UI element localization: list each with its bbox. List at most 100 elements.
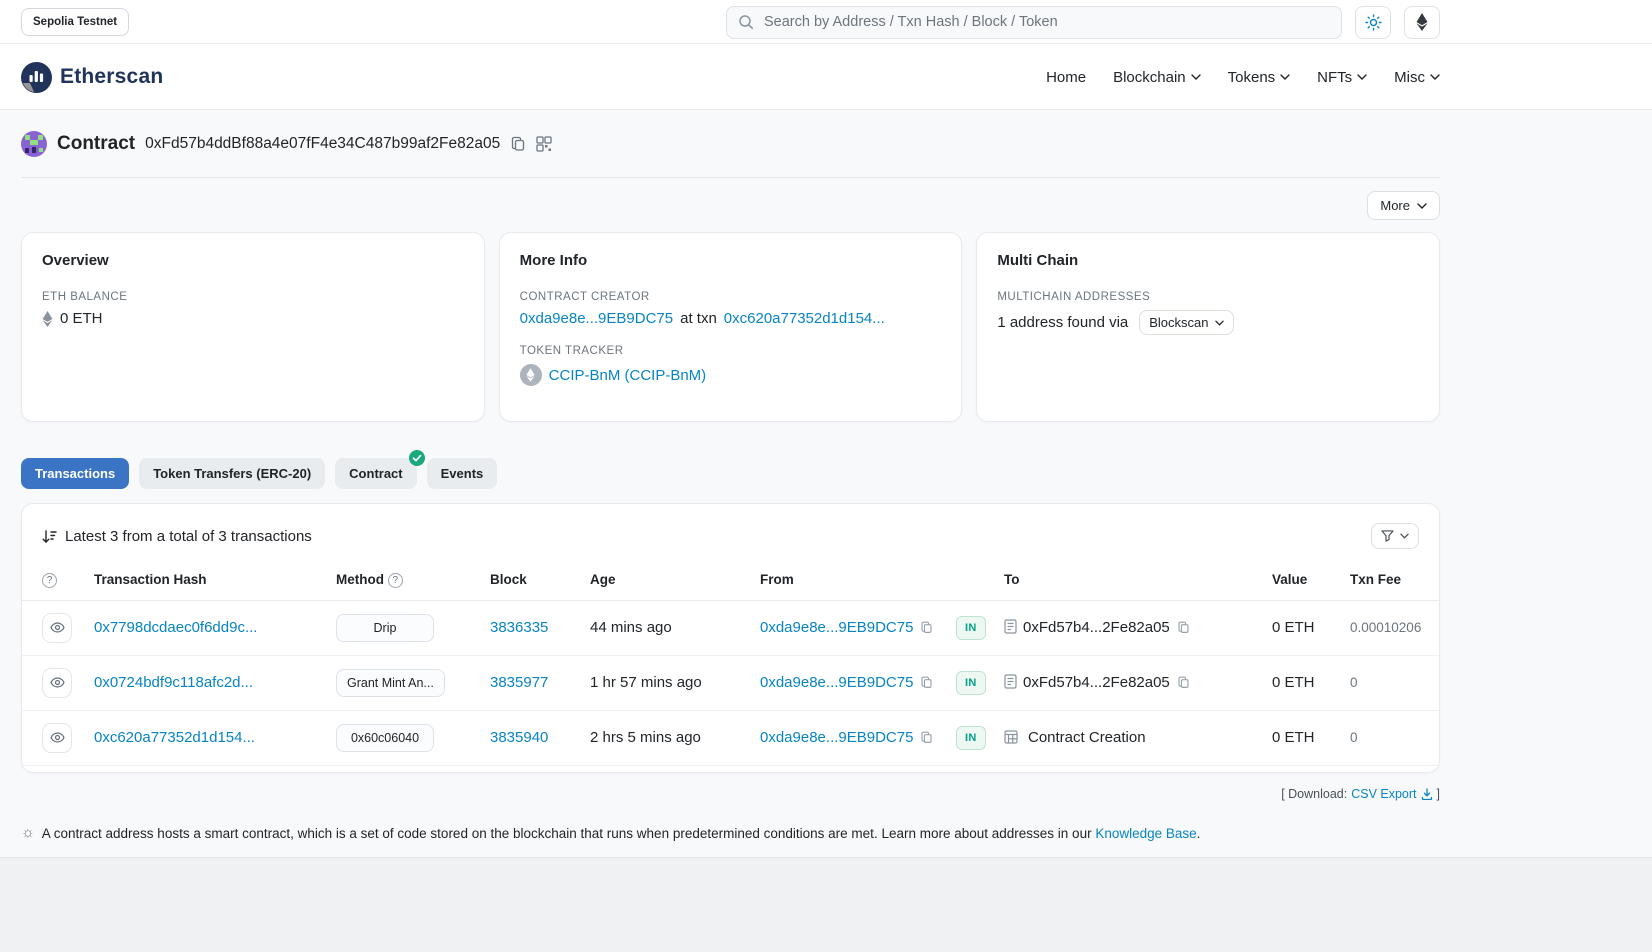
creator-address-link[interactable]: 0xda9e8e...9EB9DC75 [520, 310, 673, 327]
table-header-row: ? Transaction Hash Method ? Block Age Fr… [22, 562, 1439, 600]
txn-hash-link[interactable]: 0x0724bdf9c118afc2d... [94, 674, 253, 691]
from-address-link[interactable]: 0xda9e8e...9EB9DC75 [760, 729, 913, 746]
eye-preview-button[interactable] [42, 613, 72, 643]
eth-diamond-icon [42, 311, 53, 327]
eye-preview-button[interactable] [42, 723, 72, 753]
copy-icon[interactable] [920, 731, 933, 744]
search-input[interactable] [762, 13, 1330, 31]
etherscan-logo[interactable]: Etherscan [21, 62, 163, 93]
copy-icon[interactable] [1177, 621, 1190, 634]
column-header-fee[interactable]: Txn Fee [1342, 562, 1439, 600]
nav-item-tokens[interactable]: Tokens [1228, 69, 1291, 86]
copy-address-icon[interactable] [510, 136, 526, 152]
knowledge-base-link[interactable]: Knowledge Base [1095, 826, 1196, 841]
direction-badge: IN [956, 616, 986, 640]
help-icon[interactable]: ? [388, 573, 403, 588]
copy-icon[interactable] [920, 621, 933, 634]
search-icon [738, 14, 754, 30]
column-header-age[interactable]: Age [582, 562, 752, 600]
direction-badge: IN [956, 726, 986, 750]
nav-item-blockchain[interactable]: Blockchain [1113, 69, 1201, 86]
to-address: 0xFd57b4...2Fe82a05 [1023, 619, 1170, 636]
transaction-row: 0x7798dcdaec0f6dd9c... Drip 3836335 44 m… [22, 600, 1439, 655]
from-address-link[interactable]: 0xda9e8e...9EB9DC75 [760, 674, 913, 691]
tab-token-transfers[interactable]: Token Transfers (ERC-20) [139, 458, 325, 489]
creation-txn-link[interactable]: 0xc620a77352d1d154... [724, 310, 885, 327]
chevron-down-icon [1191, 74, 1201, 80]
value-text: 0 ETH [1272, 619, 1315, 636]
creator-separator: at txn [680, 310, 717, 327]
tab-events[interactable]: Events [427, 458, 498, 489]
chevron-down-icon [1430, 74, 1440, 80]
tab-contract[interactable]: Contract [335, 458, 416, 489]
more-button[interactable]: More [1367, 191, 1440, 220]
transactions-panel: Latest 3 from a total of 3 transactions … [21, 503, 1440, 773]
eye-preview-button[interactable] [42, 668, 72, 698]
page-title: Contract [57, 133, 135, 155]
copy-icon[interactable] [1177, 676, 1190, 689]
fee-text: 0 [1350, 675, 1358, 690]
multichain-found-text: 1 address found via [997, 314, 1128, 331]
contract-avatar [21, 131, 47, 157]
block-link[interactable]: 3835940 [490, 729, 548, 746]
verified-check-icon [409, 450, 425, 466]
contract-file-icon [1004, 619, 1017, 634]
column-header-method: Method [336, 572, 384, 587]
contract-creator-label: CONTRACT CREATOR [520, 291, 942, 303]
copy-icon[interactable] [920, 676, 933, 689]
column-header-to: To [996, 562, 1264, 600]
tab-bar: Transactions Token Transfers (ERC-20) Co… [21, 458, 1440, 489]
txn-hash-link[interactable]: 0x7798dcdaec0f6dd9c... [94, 619, 257, 636]
main-content: Contract 0xFd57b4ddBf88a4e07fF4e34C487b9… [21, 110, 1440, 844]
age-text: 44 mins ago [590, 619, 672, 636]
csv-export-link[interactable]: CSV Export [1351, 787, 1432, 801]
transaction-row: 0xc620a77352d1d154... 0x60c06040 3835940… [22, 710, 1439, 765]
age-text: 1 hr 57 mins ago [590, 674, 702, 691]
chevron-down-icon [1280, 74, 1290, 80]
fee-text: 0 [1350, 730, 1358, 745]
to-address: Contract Creation [1028, 729, 1146, 746]
transactions-summary: Latest 3 from a total of 3 transactions [65, 528, 312, 545]
chevron-down-icon [1400, 533, 1409, 539]
block-link[interactable]: 3835977 [490, 674, 548, 691]
value-text: 0 ETH [1272, 674, 1315, 691]
from-address-link[interactable]: 0xda9e8e...9EB9DC75 [760, 619, 913, 636]
sort-descending-icon [42, 529, 57, 544]
search-box[interactable] [726, 6, 1342, 39]
column-header-block: Block [482, 562, 582, 600]
nav-item-home[interactable]: Home [1046, 69, 1086, 86]
tab-transactions[interactable]: Transactions [21, 458, 129, 489]
txn-hash-link[interactable]: 0xc620a77352d1d154... [94, 729, 255, 746]
qr-code-icon[interactable] [536, 136, 552, 152]
token-tracker-label: TOKEN TRACKER [520, 345, 942, 357]
etherscan-logo-icon [21, 62, 52, 93]
block-link[interactable]: 3836335 [490, 619, 548, 636]
nav-menu: Home Blockchain Tokens NFTs Misc [1046, 69, 1440, 86]
column-header-value: Value [1264, 562, 1342, 600]
top-bar: Sepolia Testnet [0, 0, 1652, 44]
contract-file-icon [1004, 674, 1017, 689]
network-switch-button[interactable] [1404, 6, 1440, 39]
value-text: 0 ETH [1272, 729, 1315, 746]
eth-balance-value: 0 ETH [60, 310, 103, 327]
sun-icon [1365, 14, 1382, 31]
note-text: A contract address hosts a smart contrac… [42, 826, 1092, 841]
chevron-down-icon [1357, 74, 1367, 80]
help-icon[interactable]: ? [42, 573, 57, 588]
download-prefix: [ Download: [1281, 787, 1347, 801]
download-suffix: ] [1437, 787, 1440, 801]
overview-card: Overview ETH BALANCE 0 ETH [21, 232, 485, 422]
download-icon [1421, 788, 1433, 800]
filter-button[interactable] [1371, 523, 1419, 549]
more-info-card-title: More Info [520, 252, 942, 269]
token-tracker-link[interactable]: CCIP-BnM (CCIP-BnM) [549, 367, 707, 384]
method-badge: 0x60c06040 [336, 724, 434, 752]
theme-toggle-button[interactable] [1355, 6, 1391, 39]
nav-item-nfts[interactable]: NFTs [1317, 69, 1367, 86]
blockscan-provider-button[interactable]: Blockscan [1139, 310, 1233, 335]
chevron-down-icon [1215, 320, 1224, 326]
network-badge[interactable]: Sepolia Testnet [21, 8, 129, 36]
contract-info-note: ☼ A contract address hosts a smart contr… [21, 824, 1440, 844]
nav-item-misc[interactable]: Misc [1394, 69, 1440, 86]
filter-funnel-icon [1381, 530, 1394, 542]
